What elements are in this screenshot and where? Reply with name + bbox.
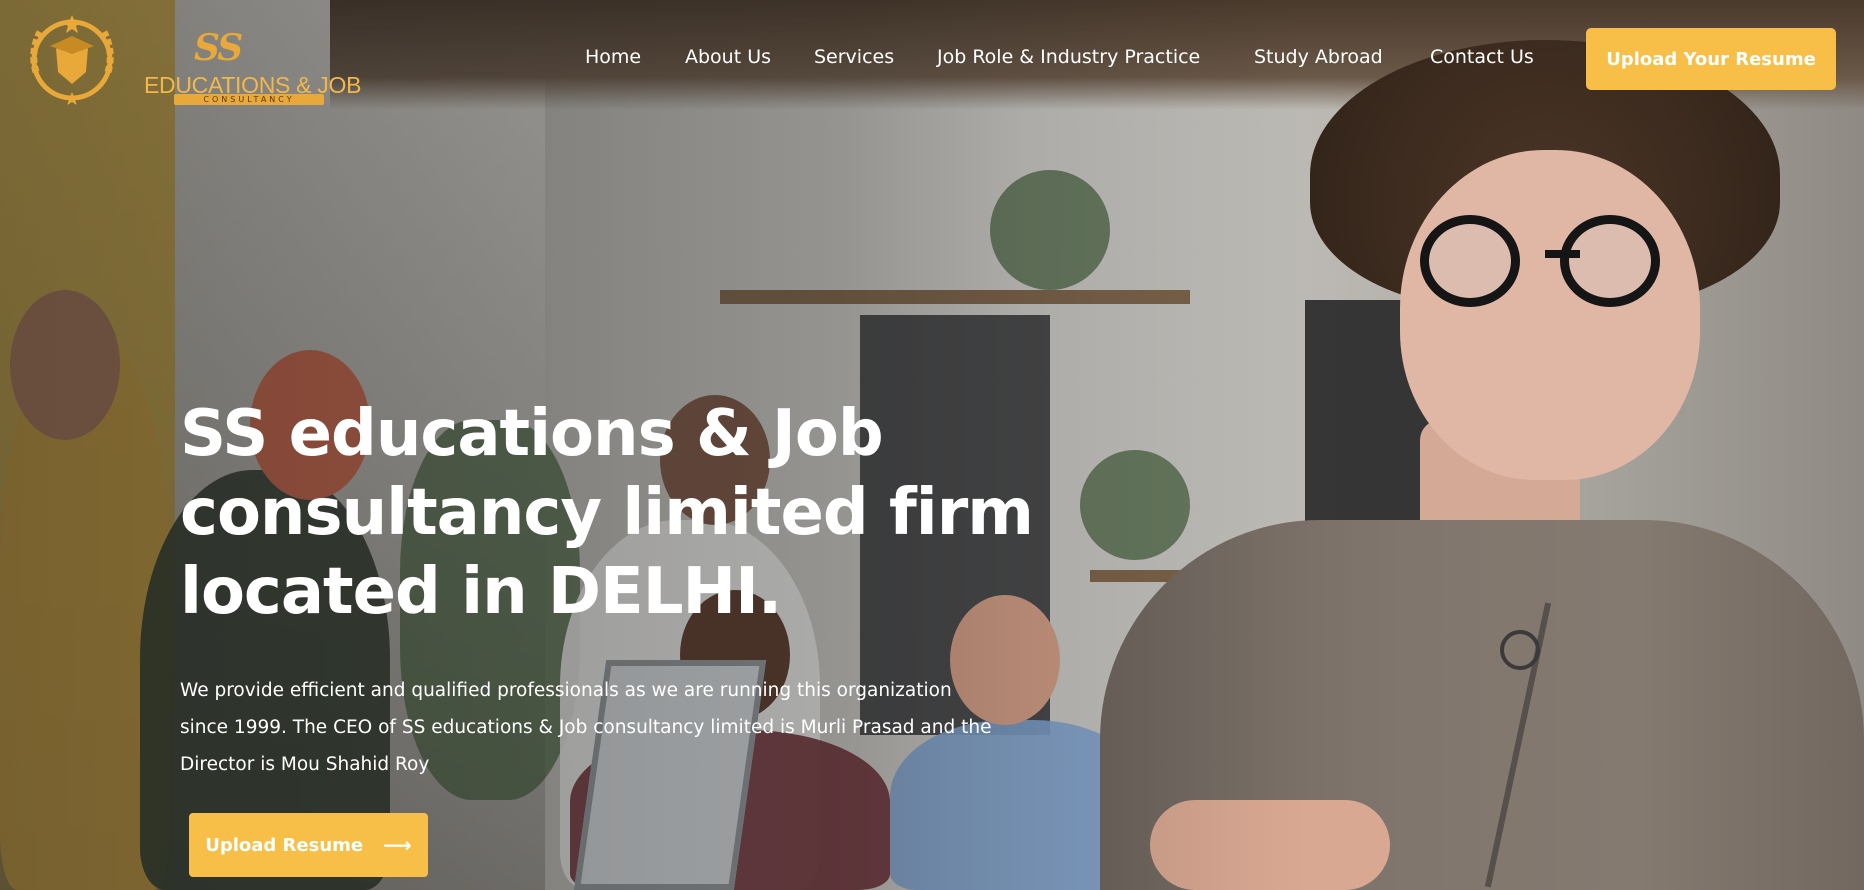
- nav-item-home[interactable]: Home: [585, 46, 641, 68]
- logo-mark: SS: [194, 27, 243, 69]
- hero-title-line: SS educations & Job: [180, 397, 884, 471]
- upload-resume-label: Upload Resume: [205, 834, 364, 856]
- site-header: SS EDUCATIONS & JOB CONSULTANCY Home Abo…: [0, 0, 1864, 115]
- site-logo[interactable]: SS EDUCATIONS & JOB CONSULTANCY: [22, 12, 361, 107]
- hero-title-line: consultancy limited firm: [180, 476, 1034, 550]
- nav-item-services[interactable]: Services: [814, 46, 894, 68]
- nav-item-about-us[interactable]: About Us: [685, 46, 771, 68]
- hero-description-line: Director is Mou Shahid Roy: [180, 754, 430, 775]
- hero-title: SS educations & Job consultancy limited …: [180, 395, 1080, 632]
- hero-description-line: We provide efficient and qualified profe…: [180, 680, 952, 701]
- upload-your-resume-button[interactable]: Upload Your Resume: [1586, 28, 1836, 90]
- arrow-right-icon: ⟶: [383, 833, 412, 857]
- hero-description-line: since 1999. The CEO of SS educations & J…: [180, 717, 992, 738]
- hero-description: We provide efficient and qualified profe…: [180, 672, 1080, 783]
- nav-item-job-role-industry-practice[interactable]: Job Role & Industry Practice: [937, 46, 1200, 68]
- nav-item-study-abroad[interactable]: Study Abroad: [1254, 46, 1383, 68]
- laurel-crest-icon: [30, 15, 114, 105]
- logo-subtitle: CONSULTANCY: [174, 94, 324, 105]
- nav-item-contact-us[interactable]: Contact Us: [1430, 46, 1534, 68]
- upload-resume-button[interactable]: Upload Resume ⟶: [189, 813, 428, 877]
- hero-title-line: located in DELHI.: [180, 555, 782, 629]
